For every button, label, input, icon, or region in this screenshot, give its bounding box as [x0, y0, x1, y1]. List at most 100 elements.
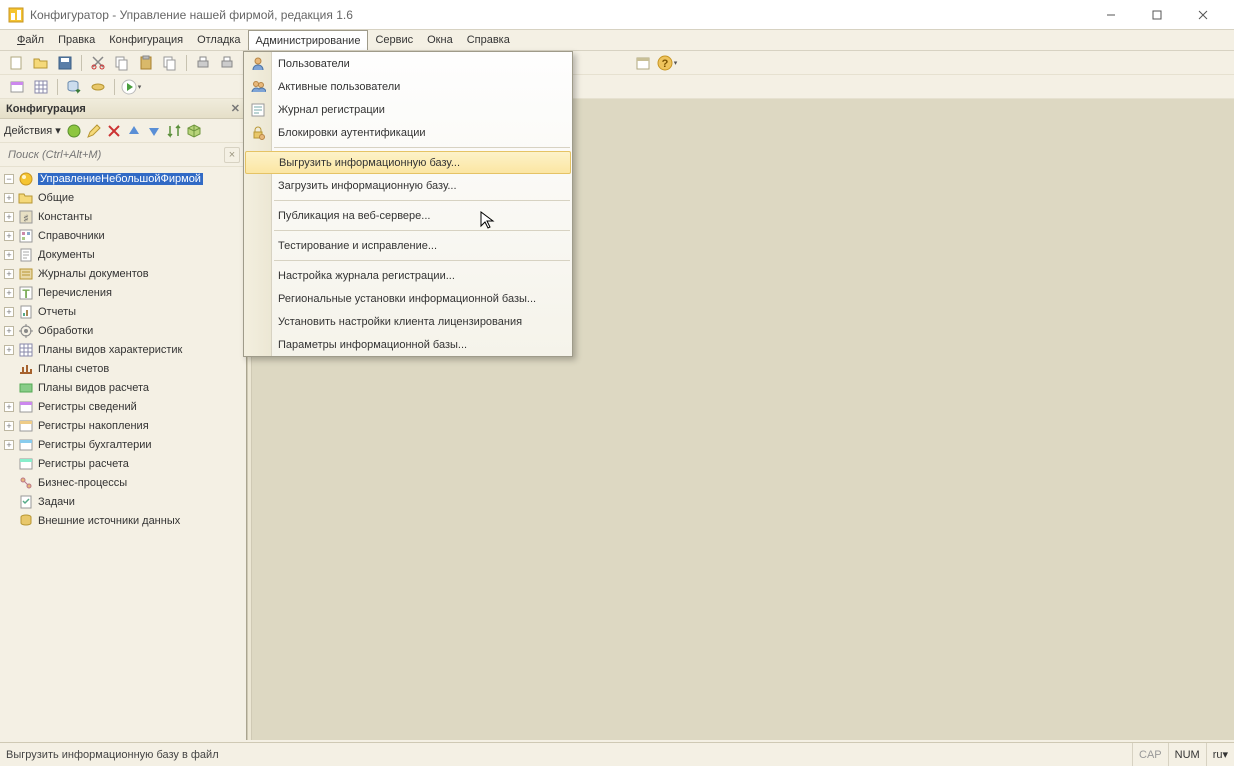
- save-button[interactable]: [54, 52, 76, 74]
- menu-item[interactable]: Публикация на веб-сервере...: [244, 204, 572, 227]
- db-list-button[interactable]: [87, 76, 109, 98]
- menu-item[interactable]: Тестирование и исправление...: [244, 234, 572, 257]
- tree-root[interactable]: −УправлениеНебольшойФирмой: [0, 169, 246, 188]
- menu-item[interactable]: Выгрузить информационную базу...: [245, 151, 571, 174]
- tree-item[interactable]: +Справочники: [0, 226, 246, 245]
- menu-file[interactable]: Файл: [10, 30, 51, 50]
- tree-item[interactable]: +Регистры сведений: [0, 397, 246, 416]
- tree-item[interactable]: +Планы счетов: [0, 359, 246, 378]
- search-input[interactable]: [6, 148, 224, 162]
- menu-config[interactable]: Конфигурация: [102, 30, 190, 50]
- delete-button[interactable]: [105, 122, 123, 140]
- move-up-button[interactable]: [125, 122, 143, 140]
- status-lang[interactable]: ru ▾: [1206, 743, 1234, 766]
- help-button[interactable]: ▾: [656, 52, 678, 74]
- expand-icon[interactable]: +: [4, 421, 14, 431]
- print-button[interactable]: [192, 52, 214, 74]
- update-db-button[interactable]: [63, 76, 85, 98]
- menu-item-label: Выгрузить информационную базу...: [279, 157, 460, 169]
- menu-separator: [274, 230, 570, 231]
- tree-item[interactable]: +Константы: [0, 207, 246, 226]
- menu-item[interactable]: Региональные установки информационной ба…: [244, 287, 572, 310]
- menu-item[interactable]: Установить настройки клиента лицензирова…: [244, 310, 572, 333]
- expand-icon[interactable]: −: [4, 174, 14, 184]
- tree-item[interactable]: + Журналы документов: [0, 264, 246, 283]
- log-icon: [250, 102, 266, 118]
- sort-button[interactable]: [165, 122, 183, 140]
- paste-button[interactable]: [135, 52, 157, 74]
- expand-icon[interactable]: +: [4, 250, 14, 260]
- menu-item[interactable]: Загрузить информационную базу...: [244, 174, 572, 197]
- expand-icon[interactable]: +: [4, 288, 14, 298]
- add-button[interactable]: [65, 122, 83, 140]
- menu-debug[interactable]: Отладка: [190, 30, 247, 50]
- tree-item[interactable]: +Регистры расчета: [0, 454, 246, 473]
- move-down-button[interactable]: [145, 122, 163, 140]
- copy-button[interactable]: [111, 52, 133, 74]
- menu-edit[interactable]: Правка: [51, 30, 102, 50]
- run-button[interactable]: ▾: [120, 76, 142, 98]
- tree-item[interactable]: +Документы: [0, 245, 246, 264]
- menu-item[interactable]: Активные пользователи: [244, 75, 572, 98]
- menu-item[interactable]: Настройка журнала регистрации...: [244, 264, 572, 287]
- open-button[interactable]: [30, 52, 52, 74]
- menu-item[interactable]: Параметры информационной базы...: [244, 333, 572, 356]
- users-icon: [250, 79, 266, 95]
- menu-item-label: Установить настройки клиента лицензирова…: [278, 316, 522, 328]
- expand-icon[interactable]: +: [4, 402, 14, 412]
- tree-item[interactable]: +Задачи: [0, 492, 246, 511]
- edit-button[interactable]: [85, 122, 103, 140]
- tree-item[interactable]: +Бизнес-процессы: [0, 473, 246, 492]
- actions-dropdown[interactable]: Действия ▾: [4, 124, 61, 137]
- tree-item[interactable]: +Обработки: [0, 321, 246, 340]
- tree-item-label: Внешние источники данных: [38, 515, 180, 527]
- config-panel-button[interactable]: [6, 76, 28, 98]
- sidebar-title-bar: Конфигурация ✕: [0, 99, 246, 119]
- expand-icon[interactable]: +: [4, 269, 14, 279]
- tree-item-label: Задачи: [38, 496, 75, 508]
- menu-item[interactable]: Журнал регистрации: [244, 98, 572, 121]
- config-tree-button[interactable]: [30, 76, 52, 98]
- menu-help[interactable]: Справка: [460, 30, 517, 50]
- separator: [114, 79, 115, 95]
- calendar-button[interactable]: [632, 52, 654, 74]
- panel-close-button[interactable]: ✕: [231, 102, 240, 115]
- charplan-icon: [18, 342, 34, 358]
- menu-item-label: Параметры информационной базы...: [278, 339, 467, 351]
- maximize-button[interactable]: [1134, 0, 1180, 30]
- tree-item[interactable]: +Планы видов расчета: [0, 378, 246, 397]
- expand-icon[interactable]: +: [4, 440, 14, 450]
- new-button[interactable]: [6, 52, 28, 74]
- tree-item-label: Бизнес-процессы: [38, 477, 127, 489]
- tree-item[interactable]: +Регистры бухгалтерии: [0, 435, 246, 454]
- expand-icon[interactable]: +: [4, 326, 14, 336]
- expand-icon[interactable]: +: [4, 345, 14, 355]
- tree-item[interactable]: +Внешние источники данных: [0, 511, 246, 530]
- status-cap: CAP: [1132, 743, 1168, 766]
- expand-icon[interactable]: +: [4, 193, 14, 203]
- minimize-button[interactable]: [1088, 0, 1134, 30]
- tree-item[interactable]: +Отчеты: [0, 302, 246, 321]
- separator: [186, 55, 187, 71]
- menu-item[interactable]: Блокировки аутентификации: [244, 121, 572, 144]
- menu-item[interactable]: Пользователи: [244, 52, 572, 75]
- tree-item-label: Журналы документов: [38, 268, 149, 280]
- expand-icon[interactable]: +: [4, 231, 14, 241]
- tree-item[interactable]: +Регистры накопления: [0, 416, 246, 435]
- menu-admin[interactable]: Администрирование: [248, 30, 369, 50]
- print-preview-button[interactable]: [216, 52, 238, 74]
- expand-icon[interactable]: +: [4, 307, 14, 317]
- clear-search-button[interactable]: ×: [224, 147, 240, 163]
- menu-windows[interactable]: Окна: [420, 30, 460, 50]
- config-tree[interactable]: −УправлениеНебольшойФирмой+Общие+Констан…: [0, 167, 246, 740]
- close-button[interactable]: [1180, 0, 1226, 30]
- find-in-tree-button[interactable]: [185, 122, 203, 140]
- menu-service[interactable]: Сервис: [368, 30, 420, 50]
- tree-item[interactable]: +Планы видов характеристик: [0, 340, 246, 359]
- journal-icon: [18, 266, 34, 282]
- compare-button[interactable]: [159, 52, 181, 74]
- cut-button[interactable]: [87, 52, 109, 74]
- tree-item[interactable]: +Перечисления: [0, 283, 246, 302]
- tree-item[interactable]: +Общие: [0, 188, 246, 207]
- expand-icon[interactable]: +: [4, 212, 14, 222]
